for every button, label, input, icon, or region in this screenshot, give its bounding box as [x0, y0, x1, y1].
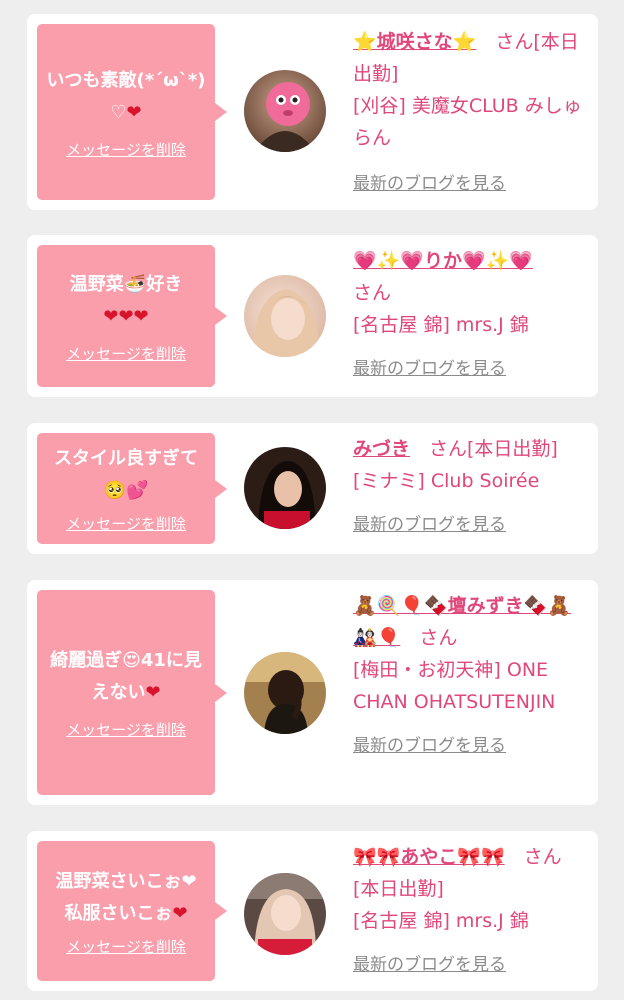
message-bubble: スタイル良すぎて🥺💕 メッセージを削除: [37, 433, 227, 544]
cast-name-link[interactable]: 💗✨💗りか💗✨💗: [353, 250, 533, 272]
avatar[interactable]: [244, 447, 326, 529]
message-card: 温野菜さいこぉ❤ 私服さいこぉ❤ メッセージを削除 🎀🎀あやこ🎀🎀 さん[本日出…: [27, 831, 598, 991]
heart-icon: ❤: [172, 902, 188, 924]
avatar[interactable]: [244, 275, 326, 357]
heart-icon: ❤❤❤: [103, 305, 149, 327]
message-card: いつも素敵(*´ω`*)♡❤ メッセージを削除 ⭐城咲さな⭐ さん[本日出勤] …: [27, 14, 598, 210]
latest-blog-link[interactable]: 最新のブログを見る: [353, 730, 585, 762]
message-bubble: いつも素敵(*´ω`*)♡❤ メッセージを削除: [37, 24, 227, 200]
delete-message-link[interactable]: メッセージを削除: [66, 139, 186, 160]
avatar[interactable]: [244, 70, 326, 152]
latest-blog-link[interactable]: 最新のブログを見る: [353, 168, 585, 200]
message-bubble: 温野菜🍜好き ❤❤❤ メッセージを削除: [37, 245, 227, 387]
cast-suffix: さん[本日出勤]: [429, 438, 558, 460]
heart-icon: ❤: [126, 101, 142, 123]
shop-name: [梅田・お初天神] ONE CHAN OHATSUTENJIN: [353, 659, 556, 713]
cast-suffix: さん: [419, 627, 458, 649]
message-text: いつも素敵(*´ω`*)♡❤: [46, 69, 206, 123]
cast-name-link[interactable]: 🎀🎀あやこ🎀🎀: [353, 846, 505, 868]
message-text: 綺麗過ぎ😍41に見えない❤: [50, 650, 202, 703]
avatar[interactable]: [244, 652, 326, 734]
cast-info: 💗✨💗りか💗✨💗 さん [名古屋 錦] mrs.J 錦 最新のブログを見る: [353, 245, 585, 385]
shop-name: [名古屋 錦] mrs.J 錦: [353, 314, 529, 336]
shop-name: [刈谷] 美魔女CLUB みしゅらん: [353, 95, 582, 149]
cast-info: ⭐城咲さな⭐ さん[本日出勤] [刈谷] 美魔女CLUB みしゅらん 最新のブロ…: [353, 26, 585, 200]
delete-message-link[interactable]: メッセージを削除: [66, 343, 186, 364]
message-card: スタイル良すぎて🥺💕 メッセージを削除 みづき さん[本日出勤] [ミナミ] C…: [27, 423, 598, 554]
cast-name-link[interactable]: みづき: [353, 438, 410, 460]
avatar[interactable]: [244, 873, 326, 955]
delete-message-link[interactable]: メッセージを削除: [66, 719, 186, 740]
message-list: いつも素敵(*´ω`*)♡❤ メッセージを削除 ⭐城咲さな⭐ さん[本日出勤] …: [0, 0, 624, 1000]
message-card: 温野菜🍜好き ❤❤❤ メッセージを削除 💗✨💗りか💗✨💗 さん [名古屋 錦] mr…: [27, 235, 598, 397]
delete-message-link[interactable]: メッセージを削除: [66, 936, 186, 957]
latest-blog-link[interactable]: 最新のブログを見る: [353, 353, 585, 385]
cast-suffix: さん: [353, 282, 392, 304]
cast-info: みづき さん[本日出勤] [ミナミ] Club Soirée 最新のブログを見る: [353, 433, 585, 541]
shop-name: [ミナミ] Club Soirée: [353, 470, 540, 492]
cast-info: 🎀🎀あやこ🎀🎀 さん[本日出勤] [名古屋 錦] mrs.J 錦 最新のブログを…: [353, 841, 585, 981]
latest-blog-link[interactable]: 最新のブログを見る: [353, 509, 585, 541]
heart-icon: ❤: [145, 682, 161, 703]
message-text: 温野菜さいこぉ❤ 私服さいこぉ❤: [55, 870, 197, 924]
latest-blog-link[interactable]: 最新のブログを見る: [353, 949, 585, 981]
cast-name-link[interactable]: ⭐城咲さな⭐: [353, 31, 476, 53]
shop-name: [名古屋 錦] mrs.J 錦: [353, 910, 529, 932]
cast-name-link[interactable]: 🧸🍭🎈🍫壇みずき🍫🧸🎎🎈: [353, 595, 571, 649]
message-card: 綺麗過ぎ😍41に見えない❤ メッセージを削除 🧸🍭🎈🍫壇みずき🍫🧸🎎🎈 さん […: [27, 580, 598, 805]
delete-message-link[interactable]: メッセージを削除: [66, 513, 186, 534]
message-bubble: 温野菜さいこぉ❤ 私服さいこぉ❤ メッセージを削除: [37, 841, 227, 981]
message-text: スタイル良すぎて🥺💕: [54, 448, 198, 501]
message-bubble: 綺麗過ぎ😍41に見えない❤ メッセージを削除: [37, 590, 227, 795]
cast-info: 🧸🍭🎈🍫壇みずき🍫🧸🎎🎈 さん [梅田・お初天神] ONE CHAN OHATS…: [353, 590, 585, 762]
message-text: 温野菜🍜好き ❤❤❤: [69, 273, 183, 327]
